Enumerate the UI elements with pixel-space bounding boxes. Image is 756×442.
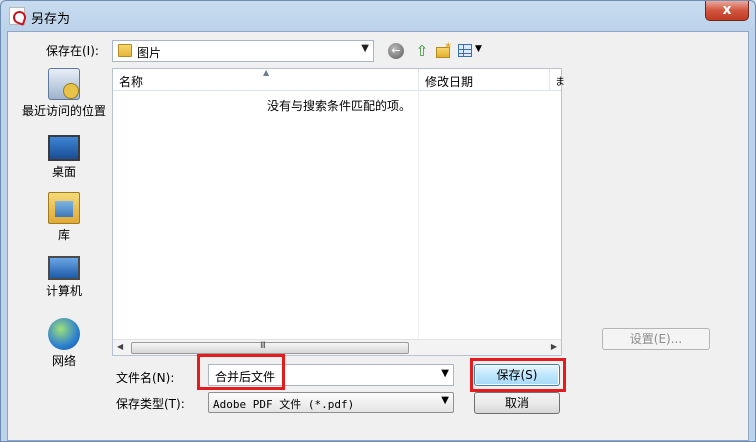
save-in-label: 保存在(I): bbox=[46, 44, 99, 58]
file-list[interactable]: 名称 ▲ 修改日期 ま 没有与搜索条件匹配的项。 ◀ III ▶ bbox=[112, 68, 565, 356]
cancel-button[interactable]: 取消 bbox=[474, 392, 560, 414]
column-modified-date[interactable]: 修改日期 bbox=[425, 73, 473, 90]
save-in-value: 图片 bbox=[137, 46, 162, 60]
column-name[interactable]: 名称 bbox=[119, 73, 143, 90]
place-network[interactable]: 网络 bbox=[16, 318, 112, 369]
place-libraries[interactable]: 库 bbox=[16, 192, 112, 243]
close-button[interactable]: x bbox=[705, 1, 749, 21]
list-header: 名称 ▲ 修改日期 ま bbox=[113, 68, 565, 91]
place-computer[interactable]: 计算机 bbox=[16, 256, 112, 299]
computer-icon bbox=[48, 256, 80, 280]
file-name-label: 文件名(N): bbox=[116, 371, 175, 385]
scroll-thumb[interactable]: III bbox=[131, 341, 409, 354]
scroll-grip: III bbox=[260, 341, 266, 351]
horizontal-scrollbar[interactable]: ◀ III ▶ bbox=[113, 339, 561, 355]
libraries-icon bbox=[48, 192, 80, 224]
desktop-icon bbox=[48, 135, 80, 161]
scroll-right-icon[interactable]: ▶ bbox=[551, 342, 557, 351]
place-label: 计算机 bbox=[45, 284, 82, 298]
scroll-left-icon[interactable]: ◀ bbox=[117, 342, 123, 351]
file-type-dropdown[interactable]: Adobe PDF 文件 (*.pdf) ▼ bbox=[208, 392, 454, 413]
recent-places-icon bbox=[48, 68, 80, 100]
place-desktop[interactable]: 桌面 bbox=[16, 132, 112, 180]
empty-message: 没有与搜索条件匹配的项。 bbox=[267, 99, 412, 113]
folder-icon bbox=[118, 44, 132, 57]
save-in-dropdown[interactable]: 图片 ▼ bbox=[112, 40, 374, 62]
pdf-icon bbox=[9, 7, 25, 25]
chevron-down-icon[interactable]: ▼ bbox=[441, 368, 449, 379]
network-icon bbox=[48, 318, 80, 350]
column-divider[interactable] bbox=[418, 69, 419, 91]
sparkle-icon: ✶ bbox=[444, 41, 453, 52]
chevron-down-icon: ▼ bbox=[441, 395, 449, 406]
file-type-label: 保存类型(T): bbox=[116, 397, 185, 411]
column-guide bbox=[418, 91, 419, 339]
chevron-down-icon: ▼ bbox=[361, 43, 369, 54]
place-recent[interactable]: 最近访问的位置 bbox=[16, 68, 112, 119]
save-as-dialog: 另存为 x 保存在(I): 图片 ▼ ← ⇧ ✶ ▼ 最近访问的位置 桌面 库 … bbox=[0, 0, 756, 442]
highlight-box bbox=[197, 354, 285, 390]
sort-ascending-icon: ▲ bbox=[263, 68, 270, 77]
back-icon[interactable]: ← bbox=[388, 43, 404, 59]
view-menu-icon[interactable]: ▼ bbox=[458, 41, 488, 61]
chevron-down-icon: ▼ bbox=[475, 44, 482, 54]
settings-button: 设置(E)... bbox=[602, 328, 710, 350]
window-title: 另存为 bbox=[31, 12, 71, 27]
grid-view-icon bbox=[458, 44, 472, 57]
place-label: 桌面 bbox=[51, 165, 76, 179]
place-label: 库 bbox=[57, 228, 70, 242]
highlight-box bbox=[470, 358, 566, 392]
places-bar: 最近访问的位置 桌面 库 计算机 网络 bbox=[16, 68, 112, 388]
column-more[interactable]: ま bbox=[555, 73, 565, 88]
up-folder-icon[interactable]: ⇧ bbox=[412, 41, 432, 61]
file-type-value: Adobe PDF 文件 (*.pdf) bbox=[213, 398, 355, 411]
column-divider[interactable] bbox=[549, 69, 550, 91]
place-label: 最近访问的位置 bbox=[21, 104, 106, 118]
new-folder-icon[interactable]: ✶ bbox=[434, 41, 454, 61]
dialog-body: 保存在(I): 图片 ▼ ← ⇧ ✶ ▼ 最近访问的位置 桌面 库 计算机 网络… bbox=[7, 31, 749, 441]
place-label: 网络 bbox=[51, 354, 76, 368]
title-bar[interactable]: 另存为 x bbox=[1, 1, 755, 31]
